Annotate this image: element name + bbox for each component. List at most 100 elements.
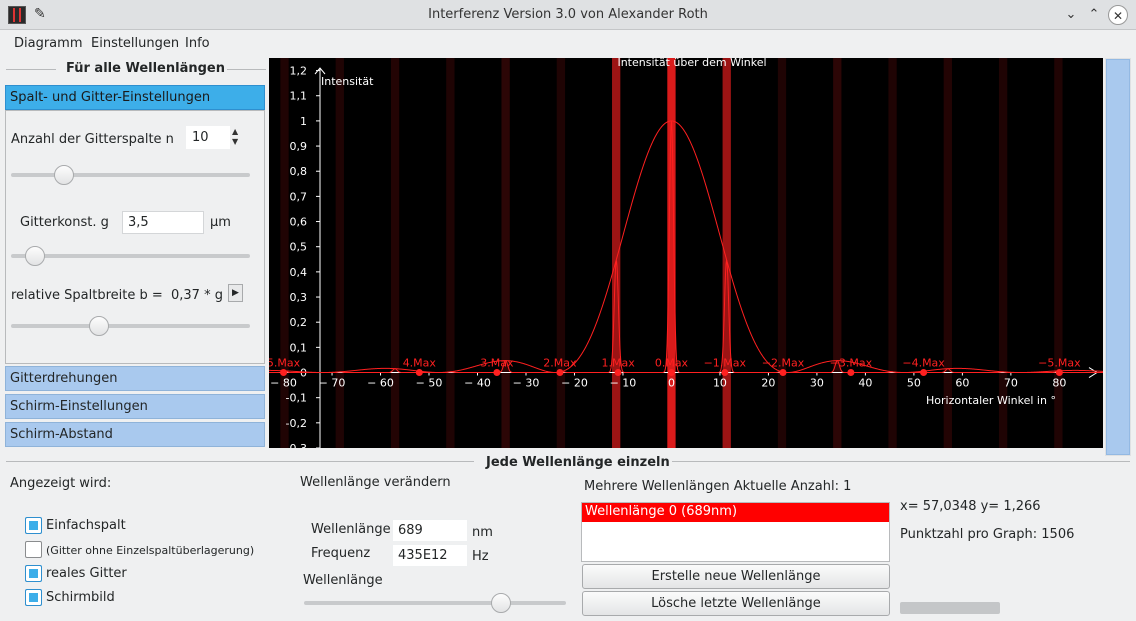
- y-tick-label: 1,1: [290, 90, 308, 103]
- max-marker: [556, 369, 564, 377]
- slit-width-slider[interactable]: [11, 324, 250, 328]
- group-frame-line: [662, 461, 1130, 462]
- wavelength-list-item[interactable]: Wellenlänge 0 (689nm): [582, 503, 889, 522]
- screen-band: [943, 58, 952, 448]
- max-marker: [920, 369, 928, 377]
- screen-band: [833, 58, 842, 448]
- play-arrow-icon[interactable]: ▶: [228, 284, 243, 302]
- max-label: −2.Max: [762, 357, 805, 370]
- slit-count-slider-handle[interactable]: [53, 165, 74, 185]
- intensity-plot[interactable]: 1,2 1,1 1 0,9 0,8 0,7 0,6 0,5 0,4 0,3 0,2 0,1 0 -0,1 -…: [269, 58, 1103, 448]
- y-tick-label: 0,9: [290, 140, 308, 153]
- x-tick-label: − 20: [561, 377, 588, 390]
- cursor-coords: x= 57,0348 y= 1,266: [900, 499, 1041, 514]
- x-tick-label: − 50: [416, 377, 443, 390]
- y-axis-label: Intensität: [321, 75, 374, 88]
- section-gitterdrehungen[interactable]: Gitterdrehungen: [5, 366, 265, 391]
- x-tick-label: − 40: [464, 377, 491, 390]
- y-tick-label: 0,8: [290, 165, 308, 178]
- max-marker: [493, 369, 501, 377]
- y-tick-label: 0,7: [290, 190, 308, 203]
- x-tick-label: 20: [761, 377, 775, 390]
- y-tick-label: 0,3: [290, 291, 308, 304]
- delete-wavelength-button[interactable]: Lösche letzte Wellenlänge: [582, 591, 890, 616]
- menu-info[interactable]: Info: [185, 36, 210, 51]
- x-tick-label: − 60: [367, 377, 394, 390]
- menu-bar: Diagramm Einstellungen Info: [0, 30, 1136, 56]
- max-marker: [1055, 369, 1063, 377]
- checkbox-label: Einfachspalt: [46, 518, 126, 533]
- wavelength-unit: nm: [472, 525, 493, 540]
- max-label: 4.Max: [403, 357, 437, 370]
- shown-label: Angezeigt wird:: [10, 476, 112, 491]
- spin-down-icon[interactable]: ▼: [232, 137, 238, 146]
- slit-count-slider[interactable]: [11, 173, 250, 177]
- frequency-input[interactable]: 435E12: [392, 544, 468, 567]
- max-label: 3.Max: [480, 357, 514, 370]
- max-label: −4.Max: [902, 357, 945, 370]
- checkbox-label: Schirmbild: [46, 590, 115, 605]
- checkbox-schirmbild[interactable]: [25, 589, 42, 606]
- y-tick-label: 0,6: [290, 216, 308, 229]
- x-tick-label: 10: [713, 377, 727, 390]
- y-tick-label: -0,1: [286, 392, 307, 405]
- y-tick-label: -0,2: [286, 417, 307, 430]
- wavelength-slider[interactable]: [304, 601, 566, 605]
- max-label: −3.Max: [830, 357, 873, 370]
- checkbox-reales-gitter[interactable]: [25, 565, 42, 582]
- max-marker: [280, 369, 288, 377]
- slit-width-value: 0,37 * g: [171, 288, 223, 303]
- x-tick-label: 40: [858, 377, 872, 390]
- x-axis-label: Horizontaler Winkel in °: [926, 394, 1056, 407]
- wavelength-input[interactable]: 689: [392, 519, 468, 542]
- frequency-unit: Hz: [472, 549, 489, 564]
- minimize-icon[interactable]: ⌄: [1061, 5, 1081, 25]
- grating-const-slider-handle[interactable]: [24, 246, 45, 266]
- grating-unit: µm: [210, 215, 231, 230]
- y-tick-label: 1: [300, 115, 307, 128]
- x-tick-label: − 10: [610, 377, 637, 390]
- close-icon[interactable]: ✕: [1108, 5, 1128, 25]
- screen-band: [777, 58, 787, 448]
- y-tick-label: 0,4: [290, 266, 308, 279]
- grating-const-input[interactable]: 3,5: [122, 211, 204, 234]
- group-title-all-wavelengths: Für alle Wellenlängen: [64, 61, 227, 76]
- x-tick-label: − 70: [319, 377, 346, 390]
- progress-bar: [900, 602, 1000, 614]
- points-per-graph: Punktzahl pro Graph: 1506: [900, 527, 1075, 542]
- multi-wavelength-label: Mehrere Wellenlängen Aktuelle Anzahl: 1: [584, 479, 852, 494]
- group-frame-line: [6, 461, 474, 462]
- checkbox-gitter-ohne[interactable]: [25, 541, 42, 558]
- checkbox-einfachspalt[interactable]: [25, 517, 42, 534]
- y-tick-label: 0,2: [290, 316, 308, 329]
- maximize-icon[interactable]: ⌃: [1084, 5, 1104, 25]
- x-tick-label: 60: [955, 377, 969, 390]
- x-tick-label: 30: [810, 377, 824, 390]
- section-schirm-abstand[interactable]: Schirm-Abstand: [5, 422, 265, 447]
- menu-diagramm[interactable]: Diagramm: [14, 36, 82, 51]
- x-tick-label: 80: [1052, 377, 1066, 390]
- frequency-label: Frequenz: [311, 546, 371, 561]
- y-tick-label: 0,1: [290, 341, 308, 354]
- slit-width-label: relative Spaltbreite b =: [11, 288, 163, 303]
- max-label: 0.Max: [655, 357, 689, 370]
- max-marker: [614, 369, 622, 377]
- section-spalt-gitter[interactable]: Spalt- und Gitter-Einstellungen: [5, 85, 265, 110]
- section-schirm-einstellungen[interactable]: Schirm-Einstellungen: [5, 394, 265, 419]
- grating-const-slider[interactable]: [11, 254, 250, 258]
- max-label: 5.Max: [269, 357, 301, 370]
- screen-band: [446, 58, 455, 448]
- new-wavelength-button[interactable]: Erstelle neue Wellenlänge: [582, 564, 890, 589]
- wavelength-slider-handle[interactable]: [490, 593, 511, 613]
- y-tick-label: -0,3: [286, 442, 307, 448]
- wavelength-slider-label: Wellenlänge: [303, 573, 383, 588]
- max-marker: [721, 369, 729, 377]
- x-tick-label: − 80: [270, 377, 297, 390]
- menu-einstellungen[interactable]: Einstellungen: [91, 36, 179, 51]
- chart-title: Intensität über dem Winkel: [617, 58, 766, 69]
- screen-band: [501, 58, 510, 448]
- plot-scrollbar-thumb[interactable]: [1106, 59, 1130, 455]
- max-label: −1.Max: [704, 357, 747, 370]
- slit-count-input[interactable]: 10: [186, 126, 230, 149]
- spin-up-icon[interactable]: ▲: [232, 127, 238, 136]
